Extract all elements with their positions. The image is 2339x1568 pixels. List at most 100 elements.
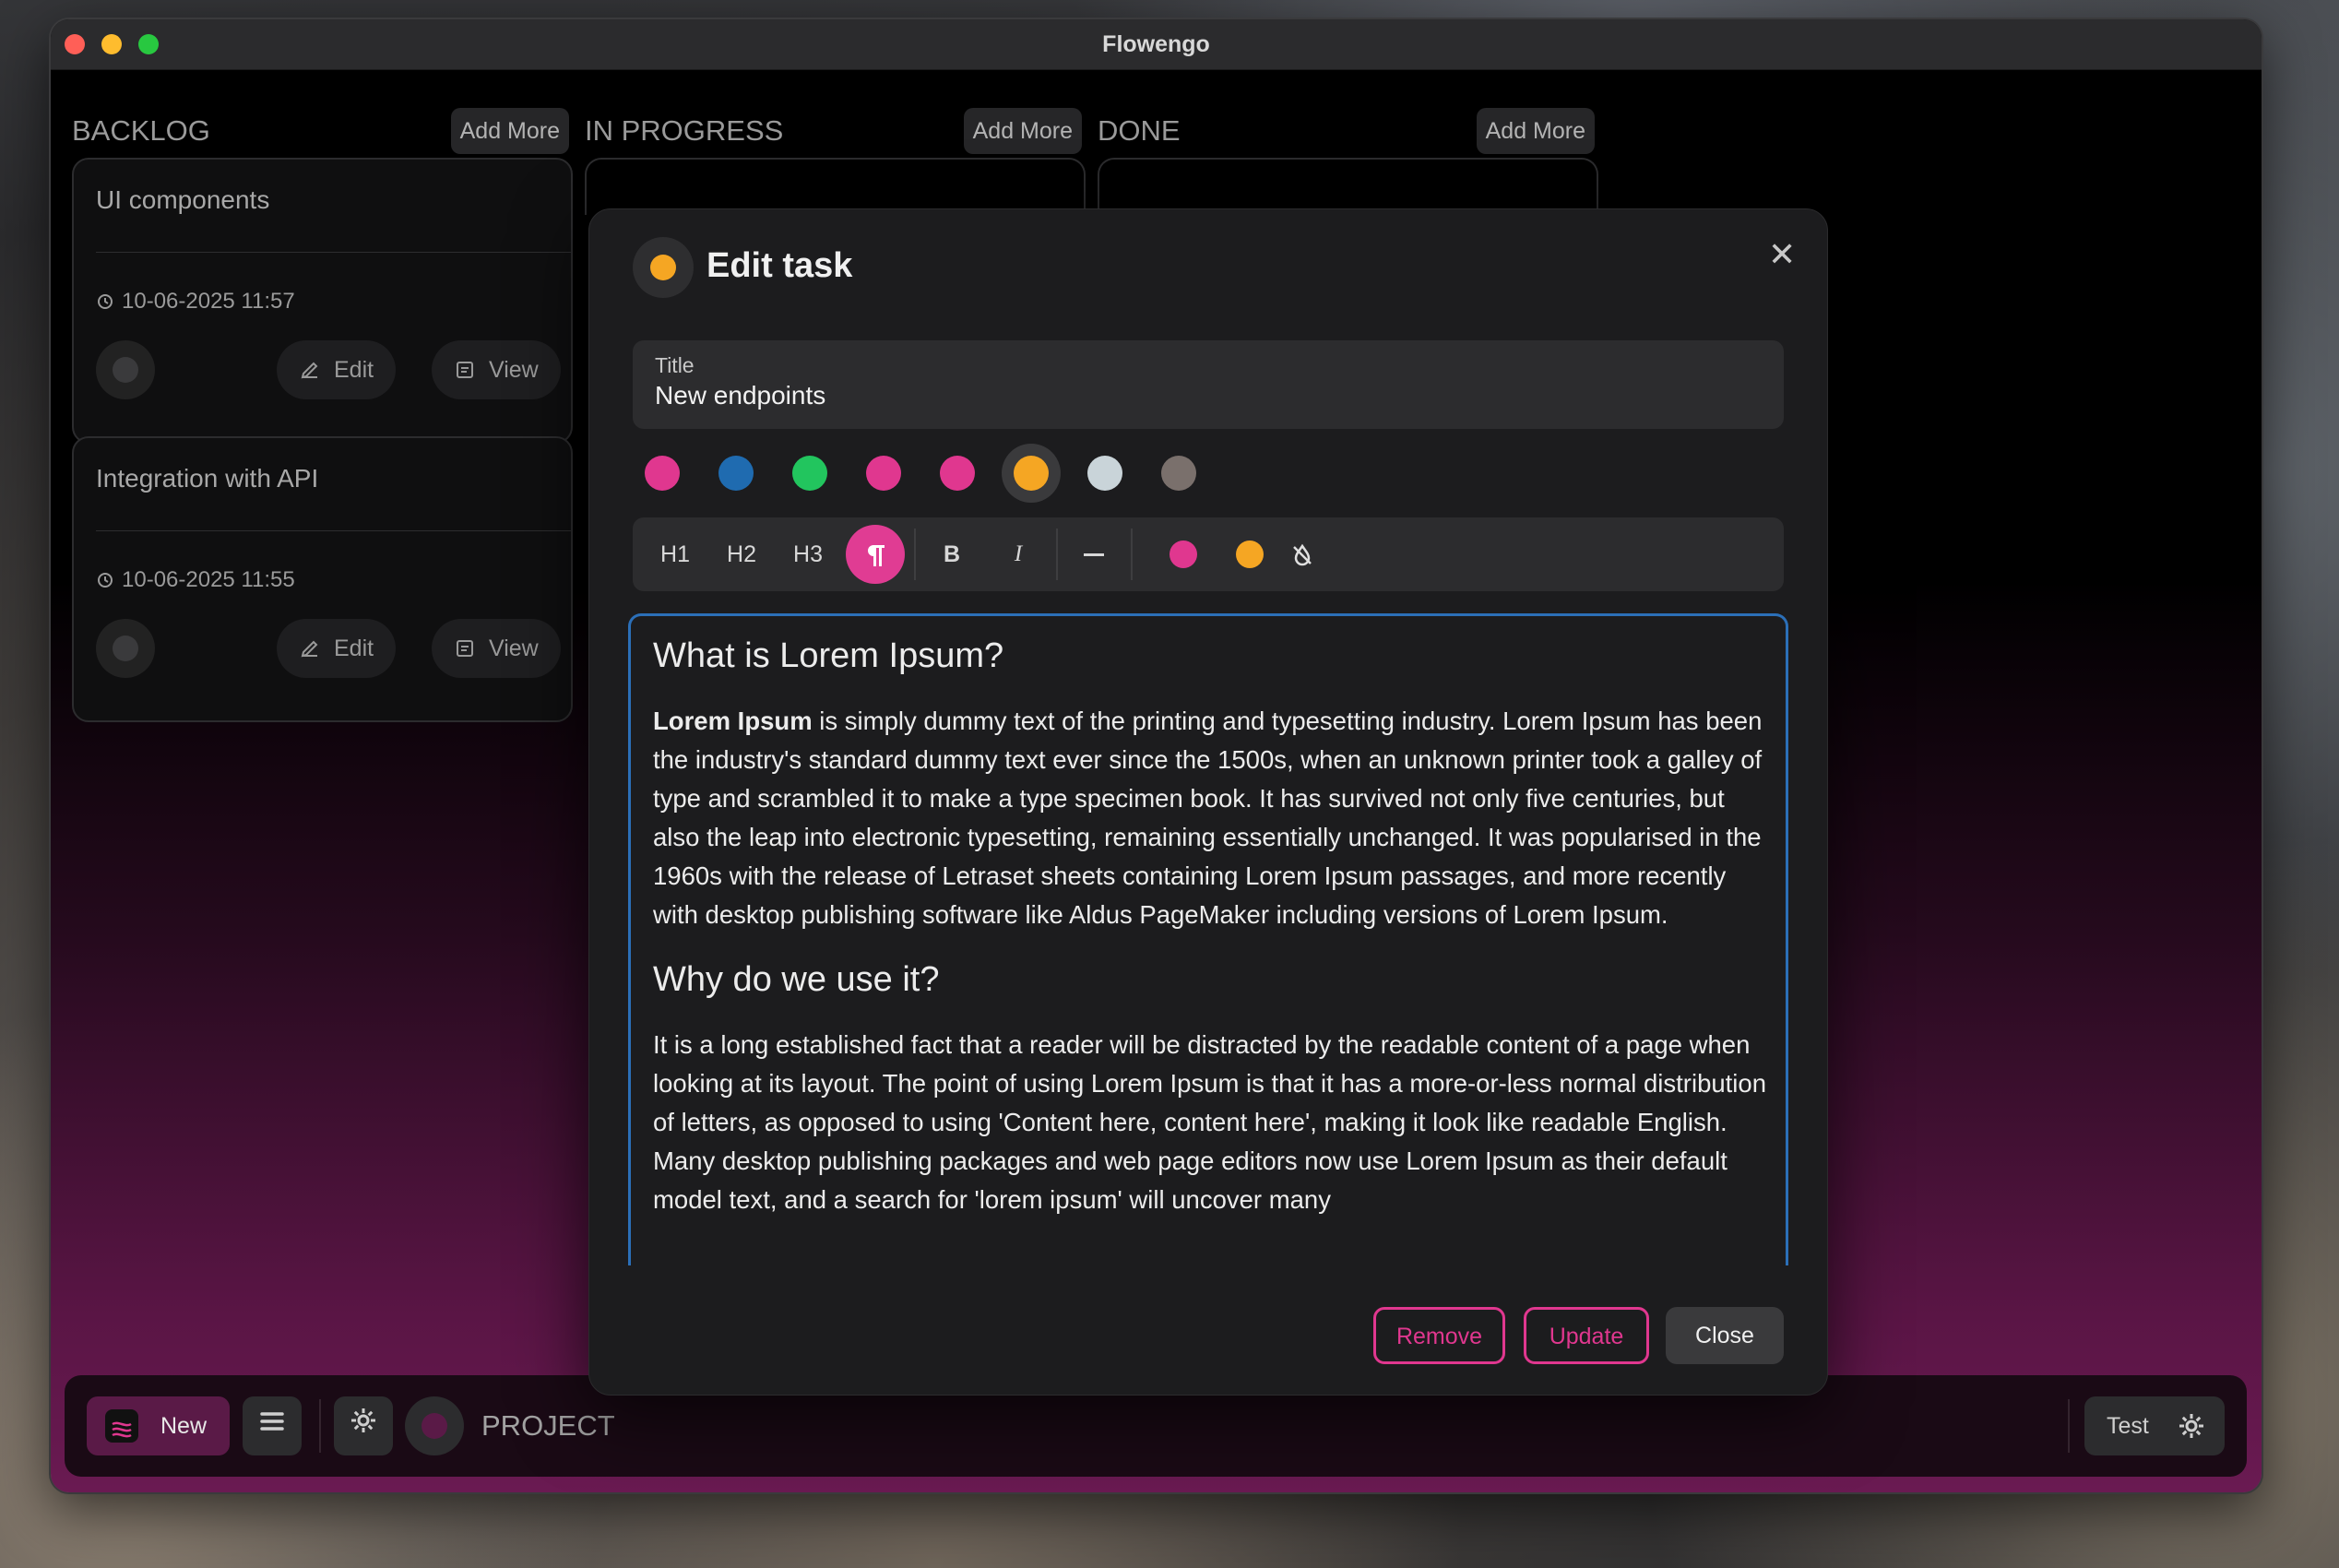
bold-button[interactable]: B: [922, 525, 981, 584]
color-swatch-pink-2[interactable]: [854, 444, 913, 503]
menu-button[interactable]: [243, 1396, 302, 1455]
document-icon: [457, 640, 473, 657]
app-window: Flowengo BACKLOG Add More IN PROGRESS Ad…: [51, 19, 2262, 1492]
document-icon: [457, 362, 473, 378]
window-title: Flowengo: [1102, 31, 1210, 57]
view-button[interactable]: View: [432, 340, 561, 399]
editor-toolbar: H1 H2 H3 B I: [633, 517, 1784, 591]
editor-paragraph: It is a long established fact that a rea…: [653, 1030, 1767, 1214]
task-card[interactable]: Integration with API 10-06-2025 11:55 Ed…: [72, 436, 573, 722]
user-settings-button[interactable]: Test: [2084, 1396, 2225, 1455]
editor-paragraph: Lorem Ipsum is simply dummy text of the …: [653, 702, 1769, 934]
divider: [2068, 1399, 2070, 1453]
paragraph-button[interactable]: [846, 525, 905, 584]
swatch-dot: [1161, 456, 1196, 491]
add-more-in-progress-button[interactable]: Add More: [963, 108, 1082, 154]
edit-task-dialog: Edit task ✕ Title H1 H2 H3 B I: [588, 208, 1828, 1396]
task-card-title: Integration with API: [96, 464, 319, 493]
title-field[interactable]: Title: [633, 340, 1784, 429]
swatch-dot: [645, 456, 680, 491]
editor-heading: What is Lorem Ipsum?: [653, 636, 1004, 675]
column-done-header: DONE Add More: [1098, 108, 1595, 154]
clock-icon: [98, 294, 113, 309]
title-bar: Flowengo: [51, 19, 2262, 70]
new-task-button[interactable]: New: [87, 1396, 230, 1455]
title-field-label: Title: [655, 353, 695, 377]
settings-button[interactable]: [334, 1396, 393, 1455]
horizontal-rule-icon: [1084, 553, 1104, 557]
paragraph-text: is simply dummy text of the printing and…: [653, 707, 1763, 929]
project-name: PROJECT: [481, 1409, 615, 1442]
heading-2-button[interactable]: H2: [712, 525, 771, 584]
remove-button[interactable]: Remove: [1373, 1307, 1505, 1364]
no-color-icon: [1293, 544, 1312, 566]
color-swatch-light-gray[interactable]: [1075, 444, 1134, 503]
clear-color-button[interactable]: [1273, 525, 1332, 584]
title-input[interactable]: [655, 381, 1762, 410]
heading-3-button[interactable]: H3: [778, 525, 837, 584]
color-swatch-orange[interactable]: [1002, 444, 1061, 503]
edit-button[interactable]: Edit: [277, 340, 397, 399]
avatar[interactable]: [96, 340, 155, 399]
color-swatch-gray[interactable]: [1149, 444, 1208, 503]
avatar[interactable]: [96, 619, 155, 678]
rich-text-editor[interactable]: What is Lorem Ipsum? Lorem Ipsum is simp…: [628, 613, 1788, 1265]
add-more-backlog-button[interactable]: Add More: [450, 108, 569, 154]
column-title: BACKLOG: [72, 114, 210, 147]
done-card[interactable]: [1098, 158, 1598, 215]
color-swatch-green[interactable]: [780, 444, 839, 503]
toolbar-divider: [1056, 529, 1058, 580]
color-swatch-blue[interactable]: [706, 444, 766, 503]
text-color-pink-button[interactable]: [1170, 540, 1197, 568]
horizontal-rule-button[interactable]: [1064, 525, 1123, 584]
pencil-icon: [301, 640, 318, 658]
task-color-dot: [650, 255, 676, 280]
task-card-date: 10-06-2025 11:55: [96, 567, 295, 593]
project-color-button[interactable]: [405, 1396, 464, 1455]
view-label: View: [489, 636, 539, 661]
divider: [319, 1399, 321, 1453]
column-in-progress-header: IN PROGRESS Add More: [585, 108, 1082, 154]
task-card[interactable]: UI components 10-06-2025 11:57 Edit View: [72, 158, 573, 444]
close-icon[interactable]: ✕: [1763, 235, 1799, 273]
new-label: New: [160, 1413, 208, 1439]
user-name: Test: [2107, 1413, 2149, 1439]
editor-heading: Why do we use it?: [653, 960, 940, 999]
hamburger-icon: [260, 1412, 284, 1431]
in-progress-card[interactable]: [585, 158, 1086, 215]
dialog-title: Edit task: [706, 246, 853, 285]
add-more-done-button[interactable]: Add More: [1476, 108, 1595, 154]
task-card-date-text: 10-06-2025 11:55: [122, 567, 295, 592]
italic-button[interactable]: I: [989, 525, 1048, 584]
update-button[interactable]: Update: [1524, 1307, 1649, 1364]
gear-icon: [351, 1408, 375, 1432]
swatch-dot: [792, 456, 827, 491]
heading-1-button[interactable]: H1: [646, 525, 705, 584]
divider: [96, 252, 571, 253]
close-button[interactable]: Close: [1666, 1307, 1784, 1364]
divider: [96, 530, 571, 531]
app-logo-icon: [105, 1409, 138, 1443]
column-title: IN PROGRESS: [585, 114, 784, 147]
view-button[interactable]: View: [432, 619, 561, 678]
swatch-dot: [1087, 456, 1122, 491]
project-color-dot: [421, 1413, 447, 1439]
swatch-dot: [940, 456, 975, 491]
column-title: DONE: [1098, 114, 1181, 147]
column-backlog-header: BACKLOG Add More: [72, 108, 569, 154]
swatch-dot: [1014, 456, 1049, 491]
gear-icon: [2179, 1414, 2203, 1438]
edit-button[interactable]: Edit: [277, 619, 397, 678]
view-label: View: [489, 357, 539, 383]
color-swatch-pink-3[interactable]: [928, 444, 987, 503]
editor-content: What is Lorem Ipsum? Lorem Ipsum is simp…: [653, 636, 1769, 1245]
clock-icon: [98, 573, 113, 588]
bold-text: Lorem Ipsum: [653, 707, 813, 735]
paragraph-icon: [868, 545, 885, 567]
toolbar-divider: [914, 529, 916, 580]
swatch-dot: [718, 456, 754, 491]
color-swatch-pink[interactable]: [633, 444, 692, 503]
text-color-orange-button[interactable]: [1236, 540, 1264, 568]
edit-label: Edit: [334, 636, 374, 661]
task-card-date-text: 10-06-2025 11:57: [122, 289, 295, 314]
